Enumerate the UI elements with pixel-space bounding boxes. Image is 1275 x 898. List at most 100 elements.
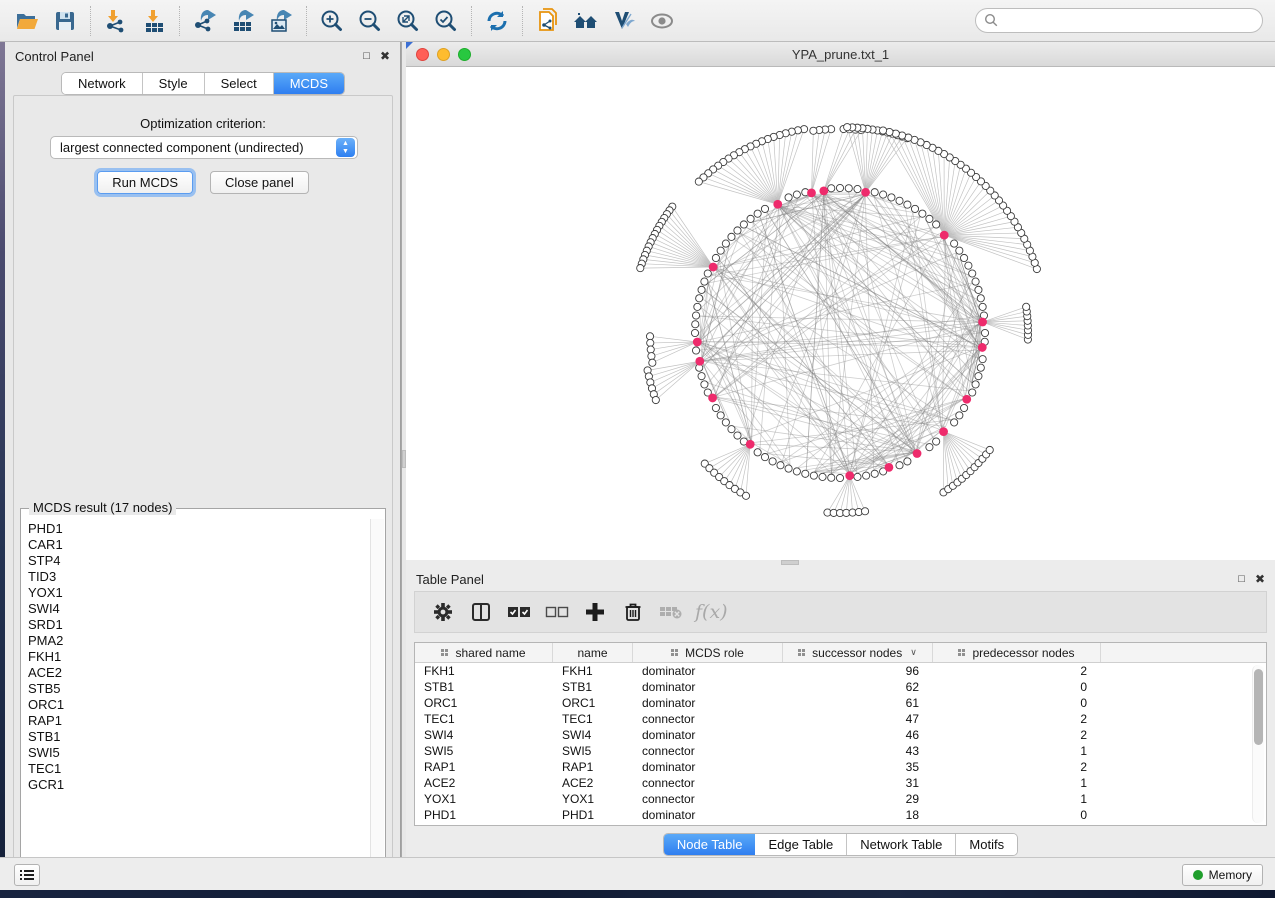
ring-node[interactable] <box>975 286 982 293</box>
ring-node[interactable] <box>698 286 705 293</box>
minimize-window-icon[interactable] <box>437 48 450 61</box>
ring-node[interactable] <box>712 254 719 261</box>
ring-node[interactable] <box>785 465 792 472</box>
table-cell[interactable]: dominator <box>633 679 783 695</box>
column-header-MCDS-role[interactable]: MCDS role <box>633 643 783 662</box>
mcds-node-item[interactable]: FKH1 <box>28 649 370 665</box>
table-cell[interactable]: connector <box>633 743 783 759</box>
zoom-fit-icon[interactable] <box>393 6 423 36</box>
table-cell[interactable]: connector <box>633 711 783 727</box>
network-window-titlebar[interactable]: YPA_prune.txt_1 <box>406 42 1275 67</box>
ring-node[interactable] <box>740 221 747 228</box>
ring-node[interactable] <box>896 462 903 469</box>
import-table-icon[interactable] <box>139 6 169 36</box>
column-header-name[interactable]: name <box>553 643 633 662</box>
table-options-icon[interactable] <box>429 598 457 626</box>
mcds-hub-node[interactable] <box>940 231 949 240</box>
table-cell[interactable]: 0 <box>933 807 1101 823</box>
ring-node[interactable] <box>975 373 982 380</box>
ring-node[interactable] <box>754 449 761 456</box>
ring-node[interactable] <box>802 470 809 477</box>
ring-node[interactable] <box>728 426 735 433</box>
table-row[interactable]: TEC1TEC1connector472 <box>415 711 1266 727</box>
mcds-result-list[interactable]: PHD1CAR1STP4TID3YOX1SWI4SRD1PMA2FKH1ACE2… <box>22 519 370 877</box>
mcds-node-item[interactable]: TEC1 <box>28 761 370 777</box>
ring-node[interactable] <box>933 438 940 445</box>
mcds-hub-node[interactable] <box>978 318 987 327</box>
leaf-node[interactable] <box>648 353 655 360</box>
ring-node[interactable] <box>701 381 708 388</box>
mcds-node-item[interactable]: STB1 <box>28 729 370 745</box>
ring-node[interactable] <box>960 404 967 411</box>
leaf-node[interactable] <box>861 508 868 515</box>
save-session-icon[interactable] <box>50 6 80 36</box>
ring-node[interactable] <box>761 205 768 212</box>
table-row[interactable]: ORC1ORC1dominator610 <box>415 695 1266 711</box>
ring-node[interactable] <box>734 432 741 439</box>
ring-node[interactable] <box>747 215 754 222</box>
tab-network-table[interactable]: Network Table <box>847 834 956 855</box>
mcds-hub-node[interactable] <box>746 440 755 449</box>
leaf-node[interactable] <box>879 127 886 134</box>
search-box[interactable] <box>975 8 1263 33</box>
leaf-node[interactable] <box>649 359 656 366</box>
mcds-node-item[interactable]: YOX1 <box>28 585 370 601</box>
table-row[interactable]: YOX1YOX1connector291 <box>415 791 1266 807</box>
export-network-icon[interactable] <box>190 6 220 36</box>
ring-node[interactable] <box>785 194 792 201</box>
open-file-icon[interactable] <box>12 6 42 36</box>
session-home-icon[interactable] <box>571 6 601 36</box>
table-cell[interactable]: SWI4 <box>553 727 633 743</box>
leaf-node[interactable] <box>844 124 851 131</box>
table-cell[interactable]: 29 <box>783 791 933 807</box>
ring-node[interactable] <box>777 462 784 469</box>
mcds-node-item[interactable]: CAR1 <box>28 537 370 553</box>
float-panel-icon[interactable]: □ <box>363 51 370 62</box>
maximize-window-icon[interactable] <box>458 48 471 61</box>
column-header-shared-name[interactable]: shared name <box>415 643 553 662</box>
mcds-node-item[interactable]: SWI5 <box>28 745 370 761</box>
network-canvas[interactable] <box>406 67 1275 560</box>
table-cell[interactable]: YOX1 <box>553 791 633 807</box>
table-cell[interactable]: TEC1 <box>553 711 633 727</box>
delete-column-icon[interactable] <box>619 598 647 626</box>
ring-node[interactable] <box>694 303 701 310</box>
ring-node[interactable] <box>979 303 986 310</box>
mcds-hub-node[interactable] <box>978 343 987 352</box>
mcds-node-item[interactable]: GCR1 <box>28 777 370 793</box>
column-header-successor-nodes[interactable]: successor nodes∨ <box>783 643 933 662</box>
node-table[interactable]: shared namenameMCDS rolesuccessor nodes∨… <box>414 642 1267 826</box>
ring-node[interactable] <box>836 184 843 191</box>
ring-node[interactable] <box>956 412 963 419</box>
table-row[interactable]: PHD1PHD1dominator180 <box>415 807 1266 823</box>
table-cell[interactable]: 2 <box>933 663 1101 679</box>
table-cell[interactable]: ORC1 <box>415 695 553 711</box>
table-cell[interactable]: RAP1 <box>415 759 553 775</box>
ring-node[interactable] <box>871 470 878 477</box>
table-row[interactable]: ACE2ACE2connector311 <box>415 775 1266 791</box>
table-cell[interactable]: 1 <box>933 791 1101 807</box>
apply-layout-icon[interactable] <box>482 6 512 36</box>
table-cell[interactable]: SWI4 <box>415 727 553 743</box>
ring-node[interactable] <box>754 210 761 217</box>
tab-network[interactable]: Network <box>62 73 143 94</box>
tab-node-table[interactable]: Node Table <box>664 834 756 855</box>
mcds-node-item[interactable]: PHD1 <box>28 521 370 537</box>
ring-node[interactable] <box>793 468 800 475</box>
table-cell[interactable]: dominator <box>633 663 783 679</box>
float-panel-icon[interactable]: □ <box>1238 574 1245 585</box>
ring-node[interactable] <box>696 295 703 302</box>
leaf-node[interactable] <box>742 492 749 499</box>
ring-node[interactable] <box>722 240 729 247</box>
mcds-hub-node[interactable] <box>939 427 948 436</box>
table-row[interactable]: SWI4SWI4dominator462 <box>415 727 1266 743</box>
mcds-hub-node[interactable] <box>913 449 922 458</box>
table-cell[interactable]: RAP1 <box>553 759 633 775</box>
mcds-hub-node[interactable] <box>708 394 717 403</box>
leaf-node[interactable] <box>647 346 654 353</box>
ring-node[interactable] <box>722 419 729 426</box>
ring-node[interactable] <box>701 278 708 285</box>
ring-node[interactable] <box>972 278 979 285</box>
table-cell[interactable]: connector <box>633 775 783 791</box>
memory-button[interactable]: Memory <box>1182 864 1263 886</box>
